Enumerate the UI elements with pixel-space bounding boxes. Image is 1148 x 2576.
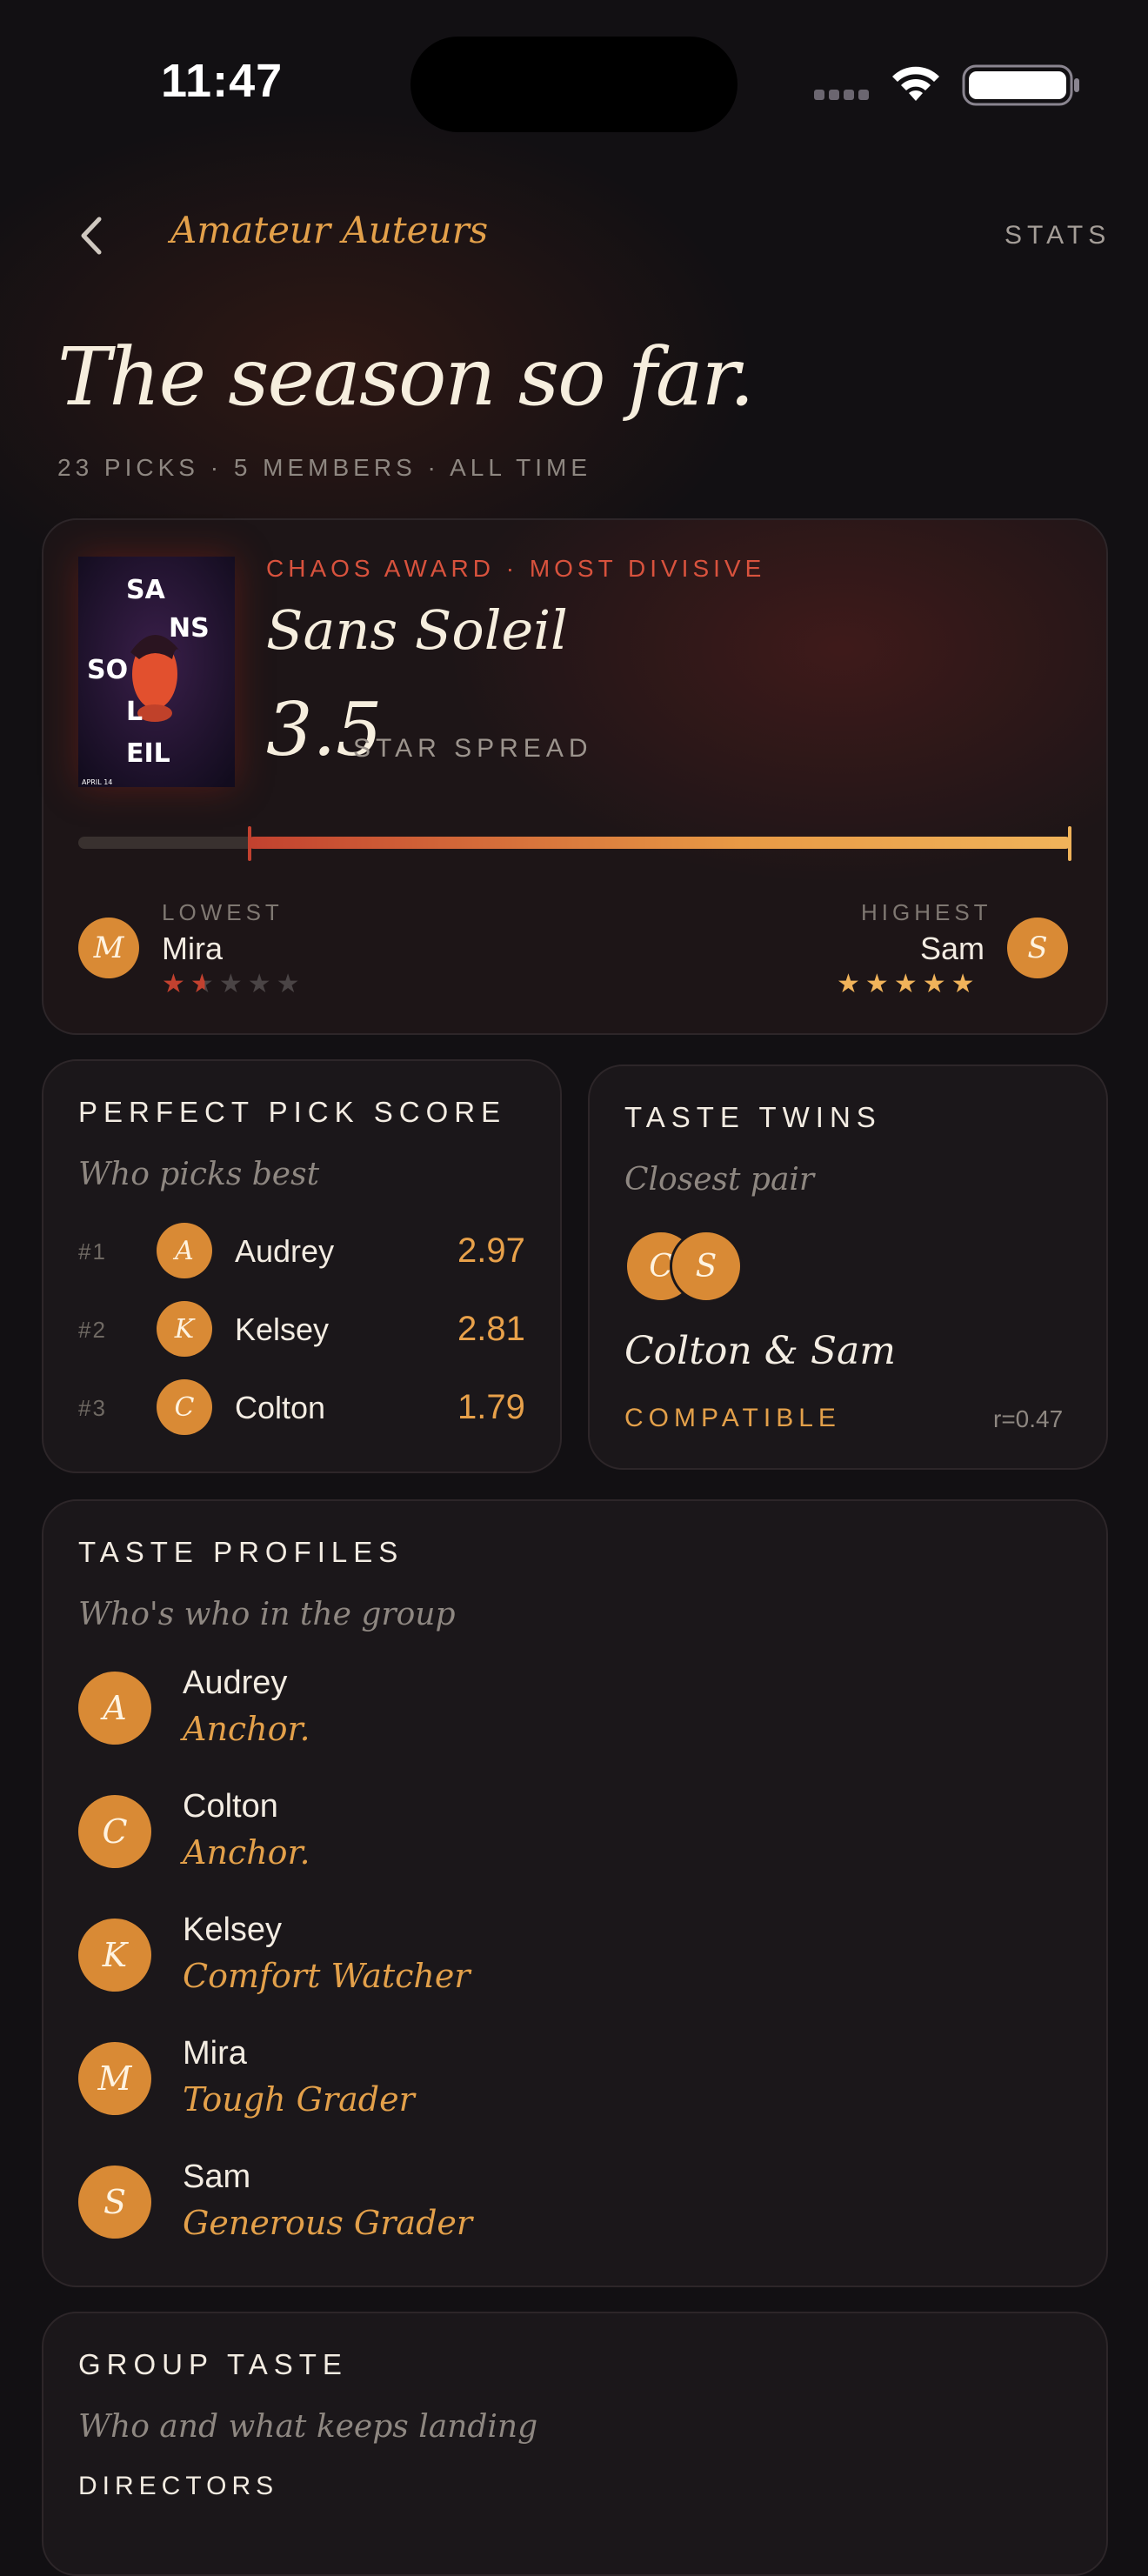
highest-name: Sam — [920, 931, 985, 966]
member-name: Colton — [183, 1788, 278, 1825]
avatar: K — [157, 1301, 212, 1357]
pick-score: 1.79 — [457, 1388, 525, 1426]
member-role: Comfort Watcher — [183, 1957, 471, 1995]
dynamic-island — [410, 37, 738, 132]
poster-line-2: NS — [169, 613, 210, 644]
avatar: K — [78, 1919, 151, 1992]
battery-icon — [962, 64, 1079, 106]
avatar: M — [78, 918, 139, 978]
perfect-pick-subtitle: Who picks best — [78, 1157, 320, 1192]
taste-twins-title: TASTE TWINS — [624, 1101, 882, 1133]
member-name: Audrey — [183, 1665, 288, 1701]
member-name: Kelsey — [183, 1912, 283, 1948]
avatar: A — [157, 1223, 212, 1278]
film-title: Sans Soleil — [266, 598, 568, 662]
rank-label: #2 — [78, 1317, 107, 1343]
compatibility-verdict: COMPATIBLE — [624, 1404, 841, 1432]
member-name: Sam — [183, 2159, 251, 2195]
film-poster: SA NS SO L EIL APRIL 14 — [78, 557, 235, 787]
pick-score: 2.97 — [457, 1231, 525, 1270]
rank-label: #1 — [78, 1238, 107, 1265]
avatar: A — [78, 1672, 151, 1745]
avatar: S — [78, 2166, 151, 2239]
poster-line-3: SO — [87, 655, 128, 685]
page-title: The season so far. — [57, 330, 755, 424]
group-taste-title: GROUP TASTE — [78, 2348, 348, 2380]
star-icon: ★ — [190, 970, 219, 998]
star-icon: ★ — [951, 970, 980, 998]
lowest-rating-marker — [248, 826, 251, 861]
rating-spread-fill — [248, 837, 1071, 849]
member-role: Anchor. — [183, 1710, 310, 1748]
highest-rating-marker — [1068, 826, 1071, 861]
poster-date: APRIL 14 — [82, 778, 112, 786]
cellular-signal-icon — [814, 89, 875, 101]
taste-profiles-title: TASTE PROFILES — [78, 1536, 404, 1568]
avatar: C — [78, 1795, 151, 1868]
status-time: 11:47 — [161, 55, 284, 107]
pick-score: 2.81 — [457, 1310, 525, 1348]
perfect-pick-title: PERFECT PICK SCORE — [78, 1096, 507, 1128]
group-taste-subtitle: Who and what keeps landing — [78, 2409, 538, 2445]
member-name: Audrey — [235, 1233, 335, 1269]
club-name: Amateur Auteurs — [170, 209, 489, 251]
lowest-name: Mira — [162, 931, 223, 966]
star-icon: ★ — [893, 970, 923, 998]
wifi-icon — [892, 66, 939, 101]
rank-label: #3 — [78, 1395, 107, 1421]
poster-line-1: SA — [126, 575, 166, 605]
member-name: Mira — [183, 2035, 247, 2072]
member-name: Colton — [235, 1390, 326, 1425]
taste-twins-subtitle: Closest pair — [624, 1162, 815, 1198]
twin-pair-names: Colton & Sam — [624, 1329, 896, 1373]
poster-line-4: L — [126, 697, 143, 727]
star-icon: ★ — [276, 970, 305, 998]
avatar: S — [670, 1230, 743, 1303]
page-meta: 23 PICKS · 5 MEMBERS · ALL TIME — [57, 454, 592, 481]
star-icon: ★ — [162, 970, 190, 998]
star-icon: ★ — [247, 970, 277, 998]
correlation-value: r=0.47 — [993, 1405, 1064, 1432]
member-role: Generous Grader — [183, 2204, 473, 2242]
star-icon: ★ — [864, 970, 894, 998]
member-name: Kelsey — [235, 1311, 330, 1347]
chaos-award-eyebrow: CHAOS AWARD · MOST DIVISIVE — [266, 555, 766, 582]
back-chevron-icon[interactable] — [75, 214, 110, 257]
star-spread-label: STAR SPREAD — [353, 734, 593, 763]
star-icon: ★ — [218, 970, 248, 998]
poster-line-5: EIL — [126, 738, 170, 769]
avatar: M — [78, 2042, 151, 2115]
highest-label: HIGHEST — [861, 899, 992, 925]
rating-spread-track — [78, 826, 1071, 861]
lowest-star-rating: ★★★★★ — [162, 969, 305, 999]
star-icon: ★ — [922, 970, 951, 998]
directors-label: DIRECTORS — [78, 2472, 279, 2500]
member-role: Anchor. — [183, 1833, 310, 1872]
highest-star-rating: ★★★★★ — [837, 969, 980, 999]
stats-tab[interactable]: STATS — [1004, 221, 1111, 250]
lowest-label: LOWEST — [162, 899, 284, 925]
avatar: S — [1007, 918, 1068, 978]
star-icon: ★ — [837, 970, 865, 998]
avatar: C — [157, 1379, 212, 1435]
member-role: Tough Grader — [183, 2080, 415, 2119]
taste-profiles-subtitle: Who's who in the group — [78, 1597, 456, 1632]
